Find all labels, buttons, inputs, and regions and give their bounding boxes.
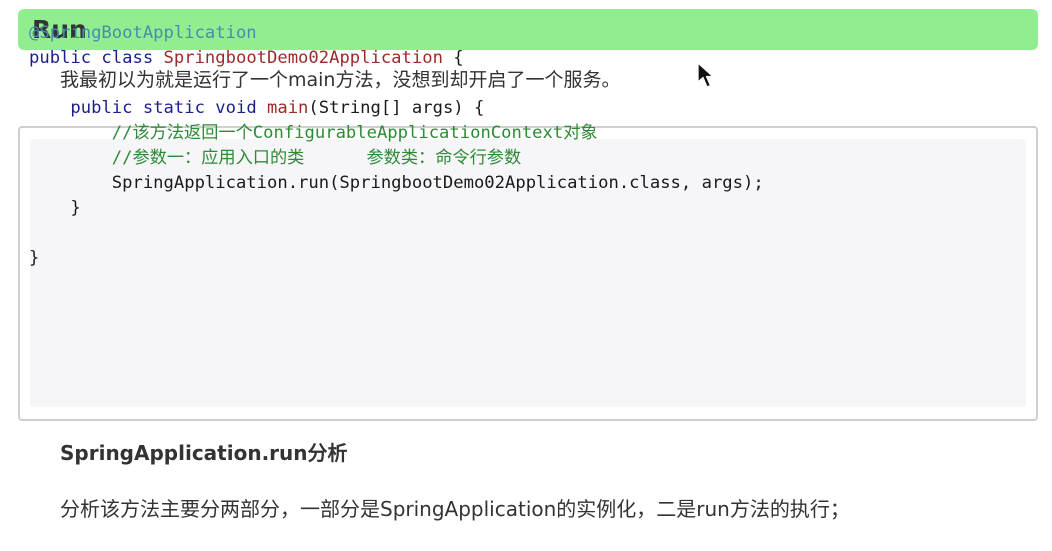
code-text: { [442, 48, 464, 68]
code-annotation: @SpringBootApplication [29, 23, 257, 43]
code-keyword: public static void [70, 98, 268, 118]
code-keyword: public class [29, 48, 164, 68]
subsection-title: SpringApplication.run分析 [60, 441, 348, 465]
code-comment: //该方法返回一个ConfigurableApplicationContext对… [29, 123, 598, 143]
code-content: @SpringBootApplication public class Spri… [29, 21, 764, 271]
code-statement: SpringApplication.run(SpringbootDemo02Ap… [29, 173, 764, 193]
code-method-name: main [267, 98, 309, 118]
code-text: (String[] args) { [308, 98, 485, 118]
summary-paragraph: 分析该方法主要分两部分，一部分是SpringApplication的实例化，二是… [60, 497, 850, 521]
code-comment: //参数一：应用入口的类 参数类：命令行参数 [29, 148, 522, 168]
code-close-brace: } [29, 198, 81, 218]
code-close-brace: } [29, 248, 40, 268]
code-class-name: SpringbootDemo02Application [163, 48, 443, 68]
